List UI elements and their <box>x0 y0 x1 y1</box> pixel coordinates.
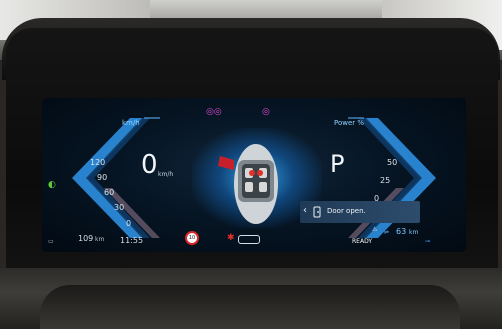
left-scale-120: 120 <box>90 158 106 167</box>
open-door-left <box>218 156 234 170</box>
battery-icon: ▭ <box>48 238 54 245</box>
right-scale-25: 25 <box>380 176 391 185</box>
instrument-cluster-screen: km/h 120 90 60 30 0 0 km/h Power % 50 25… <box>42 98 466 252</box>
speed-limit-icon: 10 <box>185 231 199 245</box>
fog-light-icon: ◎ <box>262 107 270 117</box>
clock-time: 11:55 <box>120 236 144 245</box>
photo-scene: km/h 120 90 60 30 0 0 km/h Power % 50 25… <box>0 0 502 329</box>
door-icon <box>313 206 321 218</box>
speed-limit-value: 10 <box>188 235 196 241</box>
parking-light-icon: ◎◎ <box>206 107 222 117</box>
left-gauge-unit: km/h <box>122 119 140 127</box>
left-scale-90: 90 <box>97 173 108 182</box>
speed-unit: km/h <box>158 171 174 178</box>
seatbelt-warning-icon: ✱ <box>227 233 235 243</box>
ready-status: READY <box>352 238 373 245</box>
speed-value: 0 <box>141 150 158 180</box>
door-open-message: ‹ Door open. <box>300 201 420 223</box>
left-scale-30: 30 <box>114 203 125 212</box>
gear-indicator: P <box>330 150 345 178</box>
chevron-left-icon: ‹ <box>303 205 307 216</box>
headlight-icon: ◐ <box>48 180 56 190</box>
range-unit: km <box>95 236 105 243</box>
eco-range: 63 <box>396 227 407 236</box>
car-top-view <box>218 144 278 224</box>
left-scale-0: 0 <box>126 219 132 228</box>
car-status-icon <box>238 235 260 244</box>
eco-icon: ⇌ <box>384 229 390 236</box>
steering-column-shroud <box>40 285 460 329</box>
range-value: 109 <box>78 234 94 243</box>
door-open-text: Door open. <box>327 207 366 215</box>
right-scale-50: 50 <box>387 158 398 167</box>
right-gauge-unit: Power % <box>334 119 365 127</box>
left-scale-60: 60 <box>104 188 115 197</box>
eco-unit: km <box>409 229 419 236</box>
plug-icon: ⊸ <box>425 238 431 245</box>
warning-triangle-icon: ⚠ <box>372 226 378 233</box>
